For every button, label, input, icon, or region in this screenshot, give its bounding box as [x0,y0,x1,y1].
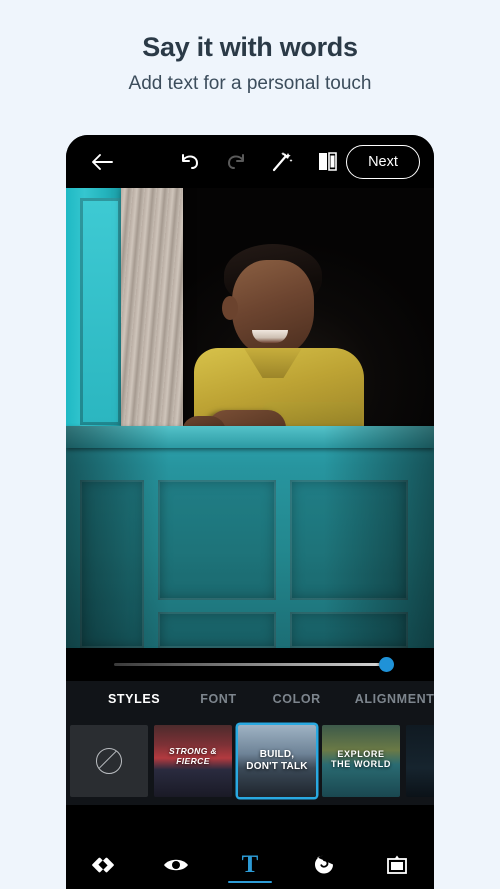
no-style-icon [96,748,122,774]
text-option-tabs: STYLES FONT COLOR ALIGNMENT [66,681,434,717]
style-thumb-none[interactable] [70,725,148,797]
subject-ear [222,296,238,320]
style-thumb-label: STRONG & FIERCE [168,746,218,766]
edited-photo [66,188,434,648]
opacity-slider[interactable] [66,648,434,681]
style-thumb-explore-the-world[interactable]: EXPLORE THE WORLD [322,725,400,797]
page-title: Say it with words [142,32,358,62]
magic-wand-icon [272,151,293,171]
swirl-icon [314,855,333,874]
tab-styles[interactable]: STYLES [108,692,160,706]
frame-icon [387,855,408,874]
style-thumbnail-list[interactable]: STRONG & FIERCE BUILD, DON'T TALK EXPLOR… [66,717,434,805]
wall-vignette [66,426,434,648]
back-button[interactable] [82,135,122,188]
slider-knob[interactable] [379,657,394,672]
photo-canvas[interactable]: SEE THE GOOD [66,188,434,648]
back-arrow-icon [92,153,113,170]
editor-toolbar: Next [66,135,434,188]
eye-icon [164,859,189,870]
heal-patch-icon [91,857,114,872]
nav-item-borders[interactable] [360,840,434,889]
redo-icon [227,153,244,169]
nav-item-heal[interactable] [66,840,140,889]
page-subtitle: Add text for a personal touch [128,73,372,94]
style-thumb-label: EXPLORE THE WORLD [331,749,391,770]
next-button[interactable]: Next [346,145,420,179]
redo-button[interactable] [216,135,256,188]
undo-icon [182,153,199,169]
promo-header: Say it with words Add text for a persona… [0,0,500,95]
style-thumb-strong-fierce[interactable]: STRONG & FIERCE [154,725,232,797]
window-frame [66,188,128,433]
before-after-compare-icon [319,152,337,171]
tab-color[interactable]: COLOR [273,692,321,706]
slider-track [114,663,386,666]
tab-font[interactable]: FONT [200,692,236,706]
curtain [121,188,183,438]
undo-button[interactable] [170,135,210,188]
window-pane [88,206,102,421]
nav-item-effects[interactable] [287,840,361,889]
bottom-navigation: T [66,840,434,889]
magic-wand-button[interactable] [262,135,302,188]
style-thumb-make-it-simple[interactable]: MAKE IT SIM SIGNIFIC [406,725,434,797]
nav-item-looks[interactable] [140,840,214,889]
text-t-icon: T [241,851,259,878]
compare-button[interactable] [308,135,348,188]
tab-alignment[interactable]: ALIGNMENT [355,692,434,706]
style-thumb-build-dont-talk[interactable]: BUILD, DON'T TALK [238,725,316,797]
phone-mockup: Next STYLES FONT COLOR ALIGNMENT STRONG … [66,135,434,889]
active-tab-indicator [227,880,272,883]
style-thumb-label: BUILD, DON'T TALK [246,749,308,772]
nav-item-text[interactable]: T [213,840,287,889]
